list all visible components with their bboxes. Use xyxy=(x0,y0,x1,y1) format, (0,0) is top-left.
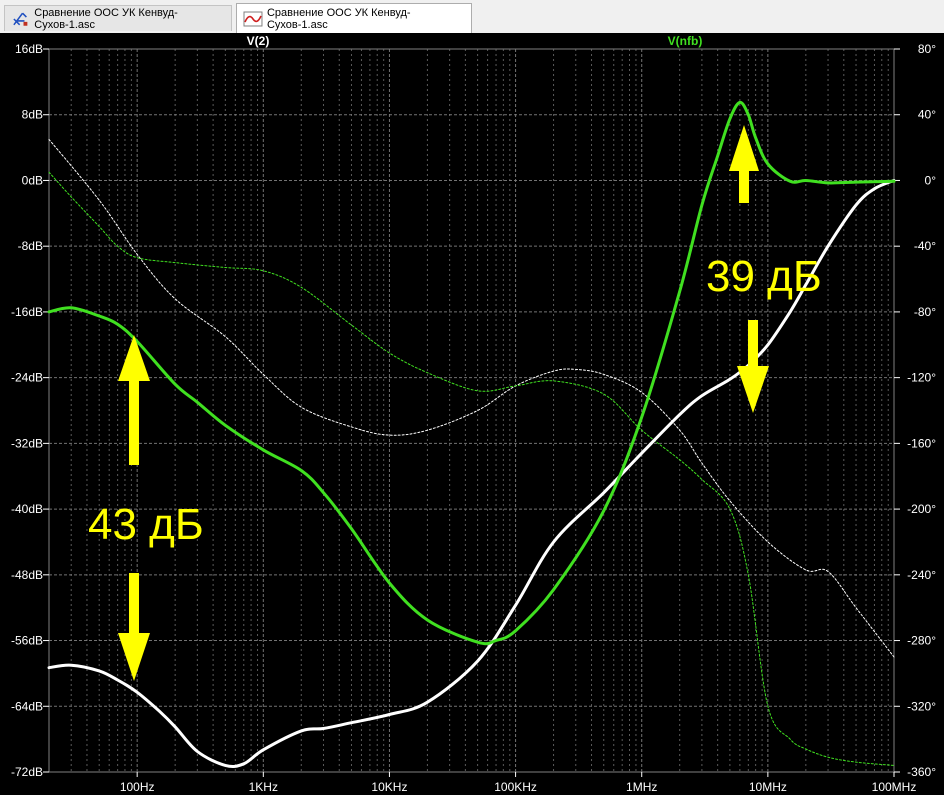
tab-label: Сравнение ООС УК Кенвуд-Сухов-1.asc xyxy=(34,6,178,31)
y-tick-label-left: -64dB xyxy=(11,699,43,713)
annotation-39db-text: 39 дБ xyxy=(706,252,822,301)
y-tick-label-left: -56dB xyxy=(11,634,43,648)
y-tick-label-right: -40° xyxy=(914,239,936,253)
y-tick-label-right: -200° xyxy=(907,502,936,516)
y-tick-label-right: 40° xyxy=(918,108,936,122)
x-tick-label: 10MHz xyxy=(749,780,787,794)
y-tick-label-left: 8dB xyxy=(22,108,43,122)
trace-label-v2[interactable]: V(2) xyxy=(247,34,270,48)
y-tick-label-right: 0° xyxy=(925,173,937,187)
waveform-icon xyxy=(243,11,263,26)
y-tick-label-right: 80° xyxy=(918,42,936,56)
y-tick-label-right: -240° xyxy=(907,568,936,582)
x-tick-label: 10KHz xyxy=(371,780,407,794)
y-tick-label-right: -320° xyxy=(907,699,936,713)
y-tick-label-left: 16dB xyxy=(15,42,43,56)
y-tick-label-right: -120° xyxy=(907,371,936,385)
x-tick-label: 100MHz xyxy=(872,780,917,794)
x-tick-label: 100Hz xyxy=(120,780,155,794)
y-tick-label-left: -32dB xyxy=(11,436,43,450)
trace-label-vnfb[interactable]: V(nfb) xyxy=(668,34,703,48)
document-tab-bar: Сравнение ООС УК Кенвуд-Сухов-1.asc Срав… xyxy=(0,0,944,34)
annotation-43db-text: 43 дБ xyxy=(88,500,204,549)
x-tick-label: 100KHz xyxy=(494,780,537,794)
y-tick-label-left: -72dB xyxy=(11,765,43,779)
y-tick-label-right: -280° xyxy=(907,634,936,648)
y-tick-label-right: -160° xyxy=(907,436,936,450)
tab-schematic[interactable]: Сравнение ООС УК Кенвуд-Сухов-1.asc xyxy=(4,5,232,31)
tab-waveform[interactable]: Сравнение ООС УК Кенвуд-Сухов-1.asc xyxy=(236,3,472,33)
schematic-icon xyxy=(13,12,28,26)
y-tick-label-left: -24dB xyxy=(11,371,43,385)
x-tick-label: 1MHz xyxy=(626,780,657,794)
y-tick-label-left: 0dB xyxy=(22,173,43,187)
y-tick-label-left: -8dB xyxy=(18,239,43,253)
y-tick-label-right: -80° xyxy=(914,305,936,319)
y-tick-label-left: -16dB xyxy=(11,305,43,319)
y-tick-label-right: -360° xyxy=(907,765,936,779)
plot-area xyxy=(48,48,895,773)
tab-label: Сравнение ООС УК Кенвуд-Сухов-1.asc xyxy=(266,6,411,31)
waveform-plot[interactable]: 16dB 8dB 0dB -8dB -16dB -24dB -32dB -40dB -48dB -… xyxy=(0,33,944,795)
y-tick-label-left: -48dB xyxy=(11,568,43,582)
x-tick-label: 1KHz xyxy=(249,780,278,794)
y-tick-label-left: -40dB xyxy=(11,502,43,516)
